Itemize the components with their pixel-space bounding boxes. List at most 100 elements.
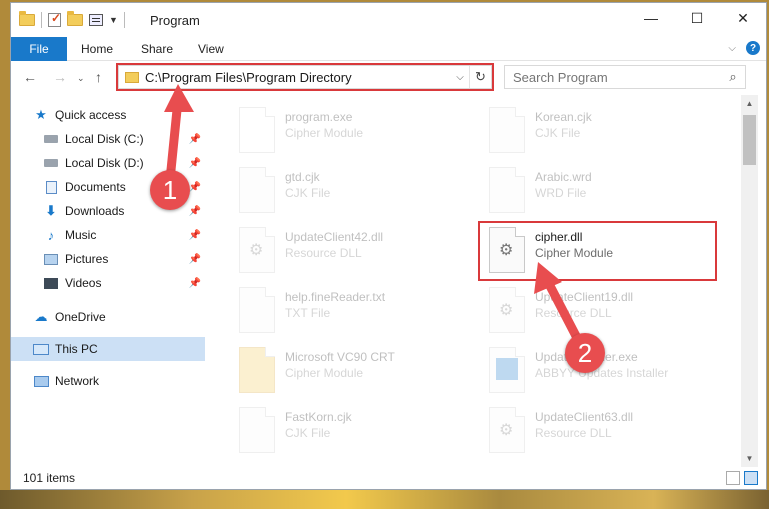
download-icon: ⬇ — [45, 203, 57, 218]
new-folder-icon[interactable] — [67, 11, 83, 26]
folder-icon[interactable] — [19, 11, 35, 26]
file-tile[interactable]: UpdateClient63.dll Resource DLL — [489, 403, 729, 459]
file-explorer-window: ▼ Program — ☐ ✕ File Home Share View ⌵ ?… — [10, 2, 767, 490]
file-name: help.fineReader.txt — [285, 290, 386, 304]
help-icon[interactable]: ? — [746, 41, 760, 55]
sidebar-item-label: Music — [65, 228, 97, 242]
dll-gear-icon — [239, 227, 275, 273]
file-tile[interactable]: UpdateClient42.dll Resource DLL — [239, 223, 479, 279]
sidebar-item-pictures[interactable]: Pictures 📌 — [11, 247, 205, 271]
file-name: UpdateClient42.dll — [285, 230, 384, 244]
file-type: Resource DLL — [285, 246, 362, 260]
dll-gear-icon — [489, 287, 525, 333]
customize-toolbar-dropdown-icon[interactable]: ▼ — [109, 15, 118, 25]
sidebar-item-music[interactable]: ♪ Music 📌 — [11, 223, 205, 247]
refresh-icon[interactable]: ↻ — [469, 66, 491, 88]
recent-locations-chevron-icon[interactable]: ⌄ — [77, 73, 85, 84]
address-dropdown-chevron-icon[interactable]: ⌵ — [451, 72, 469, 83]
tab-file[interactable]: File — [11, 37, 67, 61]
up-arrow-icon[interactable]: ↑ — [95, 69, 102, 85]
sidebar-item-videos[interactable]: Videos 📌 — [11, 271, 205, 295]
sidebar-item-onedrive[interactable]: ☁ OneDrive — [11, 305, 205, 329]
file-tile[interactable]: UpdateInstaller.exeABBYY Updates Install… — [489, 343, 729, 399]
file-tile[interactable]: Microsoft VC90 CRT Cipher Module — [239, 343, 479, 399]
music-icon: ♪ — [47, 227, 55, 243]
expand-ribbon-chevron-icon[interactable]: ⌵ — [728, 43, 736, 54]
star-icon: ★ — [35, 107, 47, 122]
installer-icon — [489, 347, 525, 393]
close-button[interactable]: ✕ — [720, 3, 766, 33]
quick-access-toolbar: ▼ — [19, 11, 125, 28]
sidebar-item-label: This PC — [55, 342, 98, 356]
view-toggle — [726, 471, 758, 485]
file-name: Arabic.wrd — [535, 170, 592, 184]
properties-icon[interactable] — [89, 14, 103, 26]
document-icon — [239, 407, 275, 453]
network-icon — [33, 374, 49, 388]
file-type: CJK File — [535, 126, 581, 140]
tab-share[interactable]: Share — [141, 37, 173, 61]
file-tile[interactable]: help.fineReader.txt TXT File — [239, 283, 479, 339]
document-icon — [239, 287, 275, 333]
file-tile[interactable]: Korean.cjk CJK File — [489, 103, 729, 159]
back-arrow-icon[interactable]: ← — [23, 69, 37, 85]
properties-check-icon[interactable] — [48, 11, 61, 27]
sidebar-item-local-disk-c[interactable]: Local Disk (C:) 📌 — [11, 127, 205, 151]
file-type: Resource DLL — [535, 426, 612, 440]
cipher-dll-highlight-box — [478, 221, 717, 281]
tiles-view-icon[interactable] — [744, 471, 758, 485]
toolbar-divider — [41, 12, 42, 28]
pin-icon[interactable]: 📌 — [189, 230, 201, 241]
vertical-scrollbar[interactable]: ▲ ▼ — [741, 95, 758, 467]
search-box[interactable]: ⌕ — [504, 65, 746, 89]
address-bar[interactable]: C:\Program Files\Program Directory ⌵ ↻ — [118, 65, 492, 89]
file-list: program.exe Cipher Module Korean.cjk CJK F… — [207, 95, 741, 467]
minimize-button[interactable]: — — [628, 3, 674, 33]
file-type: TXT File — [285, 306, 331, 320]
search-input[interactable] — [505, 69, 721, 85]
navigation-bar: ← → ⌄ ↑ C:\Program Files\Program Directo… — [11, 61, 766, 95]
details-view-icon[interactable] — [726, 471, 740, 485]
maximize-button[interactable]: ☐ — [674, 3, 720, 33]
sidebar-item-label: Local Disk (D:) — [65, 156, 144, 170]
pin-icon[interactable]: 📌 — [189, 134, 201, 145]
file-tile[interactable]: UpdateClient19.dll Resource DLL — [489, 283, 729, 339]
scroll-thumb[interactable] — [743, 115, 756, 165]
videos-icon — [43, 276, 59, 290]
pin-icon[interactable]: 📌 — [189, 278, 201, 289]
tab-view[interactable]: View — [198, 37, 224, 61]
sidebar-item-network[interactable]: Network — [11, 369, 205, 393]
disk-icon — [43, 156, 59, 170]
file-type: ABBYY Updates Installer — [535, 366, 669, 380]
file-tile[interactable]: gtd.cjk CJK File — [239, 163, 479, 219]
file-name: program.exe — [285, 110, 353, 124]
ribbon-tabs: File Home Share View ⌵ ? — [11, 37, 766, 61]
pin-icon[interactable]: 📌 — [189, 182, 201, 193]
tab-home[interactable]: Home — [81, 37, 113, 61]
file-name: gtd.cjk — [285, 170, 320, 184]
scroll-up-icon[interactable]: ▲ — [741, 95, 758, 112]
pin-icon[interactable]: 📌 — [189, 206, 201, 217]
file-tile[interactable]: Arabic.wrd WRD File — [489, 163, 729, 219]
forward-arrow-icon[interactable]: → — [53, 69, 67, 85]
sidebar-item-this-pc[interactable]: This PC — [11, 337, 205, 361]
sidebar-item-label: Local Disk (C:) — [65, 132, 144, 146]
address-path[interactable]: C:\Program Files\Program Directory — [145, 70, 451, 85]
file-tile[interactable]: FastKorn.cjk CJK File — [239, 403, 479, 459]
file-name: FastKorn.cjk — [285, 410, 352, 424]
step-1-badge: 1 — [150, 170, 190, 210]
application-icon — [239, 107, 275, 153]
file-type: CJK File — [285, 426, 331, 440]
sidebar-item-label: Downloads — [65, 204, 125, 218]
search-icon[interactable]: ⌕ — [721, 69, 745, 85]
folder-icon — [239, 347, 275, 393]
desktop-background — [0, 490, 769, 509]
pin-icon[interactable]: 📌 — [189, 254, 201, 265]
scroll-down-icon[interactable]: ▼ — [741, 450, 758, 467]
file-tile[interactable]: program.exe Cipher Module — [239, 103, 479, 159]
pin-icon[interactable]: 📌 — [189, 158, 201, 169]
sidebar-item-quick-access[interactable]: ★ Quick access — [11, 103, 205, 127]
step-2-badge: 2 — [565, 333, 605, 373]
sidebar-item-label: Documents — [65, 180, 126, 194]
file-name: Korean.cjk — [535, 110, 592, 124]
